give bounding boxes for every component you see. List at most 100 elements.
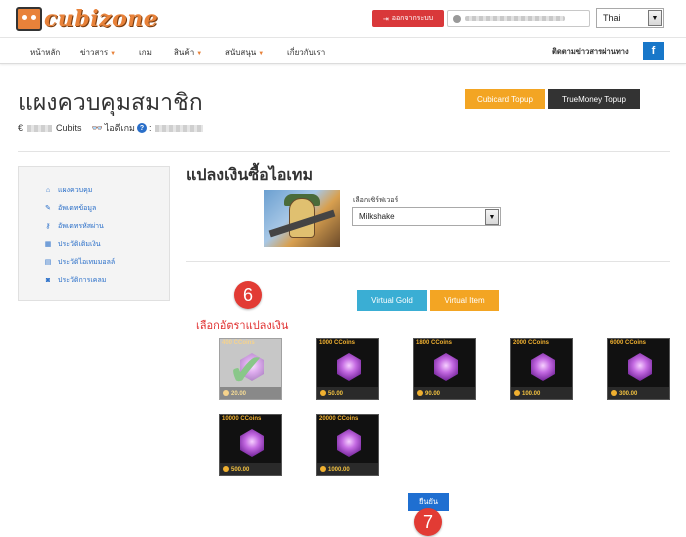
coin-icon (223, 466, 229, 472)
key-icon: ⚷ (45, 223, 51, 230)
logo-mascot-icon (16, 7, 42, 31)
server-value: Milkshake (359, 212, 395, 221)
package-price: 300.00 (619, 391, 638, 397)
nav-item-games[interactable]: เกม (139, 46, 152, 59)
nav-item-products[interactable]: สินค้า ▼ (174, 46, 202, 59)
sidebar-item-label: ประวัติการเคลม (58, 276, 107, 284)
cubits-value-redacted (27, 124, 53, 132)
package-title: 1000 CCoins (319, 340, 356, 346)
sidebar-item-label: แผงควบคุม (58, 186, 93, 194)
package-price-bar (511, 387, 572, 399)
package-card-10000[interactable]: 10000 CCoins 500.00 (219, 414, 282, 476)
sidebar-item-update-password[interactable]: ⚷ อัพเดทรหัสผ่าน (43, 217, 169, 235)
gem-icon (434, 353, 458, 381)
colon-text: : (148, 123, 152, 133)
chevron-down-icon: ▼ (485, 209, 499, 225)
package-price: 100.00 (522, 391, 541, 397)
sidebar-item-itemmall-history[interactable]: ▤ ประวัติไอเทมมอลล์ (43, 253, 169, 271)
coin-icon (417, 390, 423, 396)
euro-icon: € (18, 123, 24, 133)
cubicard-topup-button[interactable]: Cubicard Topup (465, 89, 545, 109)
coin-icon (320, 466, 326, 472)
logo-text: cubizone (44, 6, 159, 32)
package-price: 500.00 (231, 467, 250, 473)
gift-icon: ◙ (45, 276, 51, 284)
logout-icon: ⇥ (382, 15, 389, 23)
game-id-value-redacted (154, 124, 203, 132)
virtual-gold-button[interactable]: Virtual Gold (357, 290, 427, 311)
coin-icon (611, 390, 617, 396)
step-6-caption: เลือกอัตราแปลงเงิน (196, 320, 289, 332)
language-select[interactable]: Thai ▼ (596, 8, 664, 28)
checkmark-icon: ✔ (228, 346, 265, 395)
package-card-20000[interactable]: 20000 CCoins 1000.00 (316, 414, 379, 476)
caret-down-icon: ▼ (110, 51, 117, 57)
package-card-6000[interactable]: 6000 CCoins 300.00 (607, 338, 670, 400)
cart-icon: ▤ (44, 259, 52, 266)
facebook-icon: f (651, 45, 656, 57)
gem-icon (628, 353, 652, 381)
page-title: แผงควบคุมสมาชิก (18, 89, 203, 115)
gem-icon (337, 353, 361, 381)
sidebar-item-label: อัพเดทข้อมูล (58, 204, 97, 212)
package-price: 90.00 (425, 391, 441, 397)
calendar-icon: ▦ (44, 241, 52, 248)
logout-button[interactable]: ⇥ ออกจากระบบ (372, 10, 444, 27)
nav-item-about[interactable]: เกี่ยวกับเรา (287, 46, 325, 59)
gem-icon (240, 429, 264, 457)
package-title: 6000 CCoins (610, 340, 647, 346)
glasses-icon: 👓 (91, 122, 103, 133)
nav-item-news[interactable]: ข่าวสาร ▼ (80, 46, 116, 59)
edit-icon: ✎ (45, 205, 51, 212)
gem-icon (531, 353, 555, 381)
main-navbar: หน้าหลัก ข่าวสาร ▼ เกม สินค้า ▼ สนับสนุน ▼ … (0, 38, 686, 64)
virtual-item-button[interactable]: Virtual Item (430, 290, 499, 311)
sidebar-item-dashboard[interactable]: ⌂ แผงควบคุม (43, 181, 169, 199)
package-card-400[interactable]: 400 CCoins 20.00 ✔ (219, 338, 282, 400)
package-card-1000[interactable]: 1000 CCoins 50.00 (316, 338, 379, 400)
package-price-bar (220, 463, 281, 475)
package-price-bar (608, 387, 669, 399)
sidebar-item-claim-history[interactable]: ◙ ประวัติการเคลม (43, 271, 169, 289)
exchange-title: แปลงเงินซื้อไอเทม (186, 167, 313, 184)
server-select[interactable]: Milkshake ▼ (352, 207, 501, 226)
sidebar-item-label: ประวัติไอเทมมอลล์ (58, 258, 116, 266)
nav-item-label: หน้าหลัก (30, 48, 61, 57)
nav-item-label: เกม (139, 48, 152, 57)
game-thumbnail (264, 190, 340, 247)
nav-item-label: ข่าวสาร (80, 48, 109, 57)
package-title: 20000 CCoins (319, 416, 359, 422)
home-icon: ⌂ (45, 186, 51, 194)
package-price-bar (414, 387, 475, 399)
step-6-badge: 6 (234, 281, 262, 309)
sidebar-item-update-profile[interactable]: ✎ อัพเดทข้อมูล (43, 199, 169, 217)
facebook-button[interactable]: f (643, 42, 664, 60)
avatar (453, 14, 461, 23)
divider (186, 261, 670, 262)
coin-icon (514, 390, 520, 396)
package-card-2000[interactable]: 2000 CCoins 100.00 (510, 338, 573, 400)
sidebar-item-label: อัพเดทรหัสผ่าน (58, 222, 104, 230)
server-label: เลือกเซิร์ฟเวอร์ (353, 197, 399, 204)
sidebar-item-label: ประวัติเติมเงิน (58, 240, 101, 248)
account-name-redacted (465, 16, 565, 21)
package-title: 10000 CCoins (222, 416, 262, 422)
site-logo[interactable]: cubizone (16, 6, 158, 32)
gem-icon (337, 429, 361, 457)
account-stats: € Cubits 👓 ไอดีเกม ? : (18, 121, 203, 135)
help-icon[interactable]: ? (136, 123, 147, 133)
package-card-1800[interactable]: 1800 CCoins 90.00 (413, 338, 476, 400)
nav-item-home[interactable]: หน้าหลัก (30, 46, 60, 59)
caret-down-icon: ▼ (258, 51, 265, 57)
truemoney-topup-button[interactable]: TrueMoney Topup (548, 89, 640, 109)
logout-label: ออกจากระบบ (391, 15, 434, 22)
sidebar-item-topup-history[interactable]: ▦ ประวัติเติมเงิน (43, 235, 169, 253)
game-id-label: ไอดีเกม (104, 123, 135, 133)
package-price-bar (317, 387, 378, 399)
package-title: 2000 CCoins (513, 340, 550, 346)
nav-item-label: สินค้า (174, 48, 195, 57)
account-dropdown[interactable] (447, 10, 590, 27)
follow-us-text: ติดตามข่าวสารผ่านทาง (552, 47, 629, 56)
nav-item-support[interactable]: สนับสนุน ▼ (225, 46, 264, 59)
top-bar: cubizone ⇥ ออกจากระบบ Thai ▼ (0, 0, 686, 38)
